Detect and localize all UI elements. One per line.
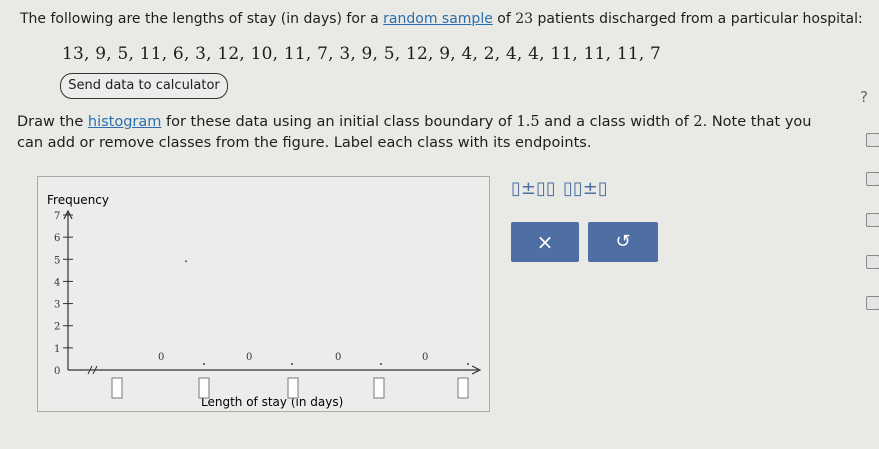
histogram-panel: Frequency Length of stay (in days) 0 1 2 3 4… — [37, 176, 490, 412]
y-tick-label: 7 — [54, 211, 60, 222]
class-label-input[interactable] — [373, 377, 385, 399]
sample-size: 23 — [515, 11, 534, 27]
calculator-icon[interactable] — [866, 133, 879, 147]
instr-text-c: and a class width of — [539, 114, 694, 130]
bar-value-label[interactable]: 0 — [158, 352, 164, 363]
play-icon[interactable] — [866, 172, 879, 186]
bar-handle[interactable] — [203, 363, 205, 365]
y-tick-label: 0 — [54, 366, 60, 377]
class-label-input[interactable] — [287, 377, 299, 399]
bar-value-label[interactable]: 0 — [422, 352, 428, 363]
y-tick-label: 5 — [54, 255, 60, 266]
bar-handle[interactable] — [467, 363, 469, 365]
class-width-value: 2 — [693, 114, 703, 130]
prompt-text-2: of — [492, 11, 516, 27]
y-axis-label: Frequency — [47, 193, 109, 207]
tool-icon-2[interactable] — [866, 255, 879, 269]
instr-text-a: Draw the — [17, 114, 88, 130]
send-to-calculator-button[interactable]: Send data to calculator — [60, 73, 228, 99]
class-label-tool[interactable]: ▯▯±▯ — [563, 178, 608, 199]
tool-icon-3[interactable] — [866, 296, 879, 310]
data-values: 13, 9, 5, 11, 6, 3, 12, 10, 11, 7, 3, 9,… — [62, 44, 662, 64]
tool-icon[interactable] — [866, 213, 879, 227]
instructions: Draw the histogram for these data using … — [17, 112, 837, 154]
bar-value-label[interactable]: 0 — [246, 352, 252, 363]
histogram-chart[interactable]: Frequency Length of stay (in days) 0 1 2 3 4… — [38, 177, 489, 411]
bar-handle[interactable] — [380, 363, 382, 365]
initial-boundary-value: 1.5 — [516, 114, 540, 130]
problem-statement: The following are the lengths of stay (i… — [20, 11, 863, 27]
histogram-link[interactable]: histogram — [88, 114, 162, 130]
class-label-input[interactable] — [198, 377, 210, 399]
bar-value-label[interactable]: 0 — [335, 352, 341, 363]
clear-button[interactable]: × — [511, 222, 579, 262]
class-label-input[interactable] — [457, 377, 469, 399]
prompt-text: The following are the lengths of stay (i… — [20, 11, 384, 27]
class-label-input[interactable] — [111, 377, 123, 399]
prompt-text-3: patients discharged from a particular ho… — [533, 11, 863, 27]
help-icon[interactable]: ? — [860, 88, 868, 106]
y-tick-label: 6 — [54, 233, 60, 244]
plot-point[interactable] — [185, 260, 187, 263]
y-tick-label: 2 — [54, 322, 60, 333]
y-tick-label: 4 — [54, 277, 60, 288]
histogram-bar-tool[interactable]: ▯±▯▯ — [511, 178, 556, 199]
random-sample-link[interactable]: random sample — [383, 11, 493, 27]
y-tick-label: 3 — [54, 300, 60, 311]
y-tick-label: 1 — [54, 344, 60, 355]
bar-handle[interactable] — [291, 363, 293, 365]
instr-text-b: for these data using an initial class bo… — [161, 114, 517, 130]
x-axis-label: Length of stay (in days) — [201, 395, 343, 409]
undo-button[interactable]: ↺ — [588, 222, 658, 262]
